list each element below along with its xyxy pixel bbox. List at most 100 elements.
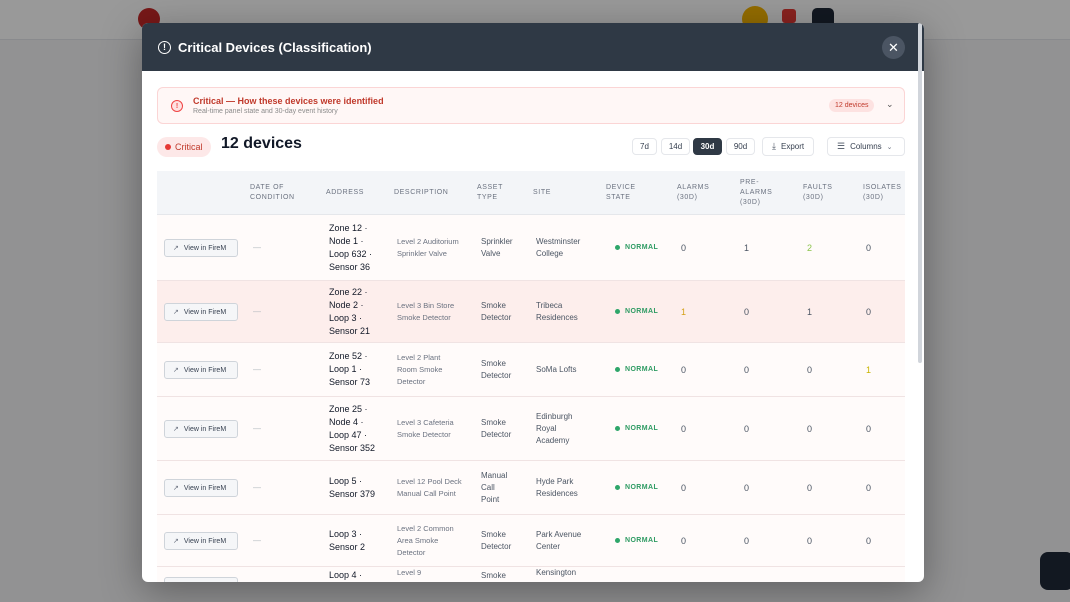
cell-asset-type: Smoke Detector — [481, 358, 512, 380]
cell-asset-type: Sprinkler Valve — [481, 236, 513, 258]
view-in-firem-button[interactable]: ↗View in FireM — [164, 303, 238, 321]
cell-site: Park Avenue Center — [536, 529, 582, 551]
cell-site: Tribeca Residences — [536, 300, 578, 322]
state-badge: NORMAL — [615, 242, 658, 254]
table-header: DATE OF CONDITION ADDRESS DESCRIPTION AS… — [157, 171, 905, 215]
range-7d-button[interactable]: 7d — [632, 138, 657, 155]
view-in-firem-button[interactable]: ↗View in FireM — [164, 479, 238, 497]
cell-description: Level 9 — [397, 568, 422, 577]
col-isolates[interactable]: ISOLATES (30D) — [863, 171, 905, 215]
state-badge: NORMAL — [615, 306, 658, 318]
alert-icon: ! — [171, 100, 183, 112]
range-90d-button[interactable]: 90d — [726, 138, 755, 155]
classification-banner[interactable]: ! Critical — How these devices were iden… — [157, 87, 905, 124]
cell-site: Hyde Park Residences — [536, 476, 578, 498]
range-14d-button[interactable]: 14d — [661, 138, 690, 155]
cell-description: Level 12 Pool Deck Manual Call Point — [397, 476, 462, 498]
cell-asset-type: Smoke Detector — [481, 300, 512, 322]
col-alarms[interactable]: ALARMS (30D) — [677, 171, 717, 215]
banner-device-badge: 12 devices — [829, 99, 875, 112]
cell-pre-alarms: 0 — [744, 482, 750, 493]
cell-asset-type: Manual Call Point — [481, 470, 508, 504]
cell-date: — — [253, 482, 261, 492]
external-link-icon: ↗ — [173, 309, 179, 316]
cell-alarms: 0 — [681, 423, 687, 434]
close-button[interactable]: ✕ — [882, 36, 905, 59]
download-icon: ⤓ — [772, 141, 776, 151]
view-in-firem-button[interactable]: ↗View in FireM — [164, 577, 238, 582]
external-link-icon: ↗ — [173, 485, 179, 492]
cell-faults: 0 — [807, 423, 813, 434]
cell-alarms: 0 — [681, 482, 687, 493]
status-chip-critical: Critical — [157, 137, 211, 157]
banner-subtitle: Real-time panel state and 30-day event h… — [193, 108, 338, 115]
cell-address: Zone 22 · Node 2 · Loop 3 · Sensor 21 — [329, 286, 371, 336]
cell-site: SoMa Lofts — [536, 364, 577, 374]
view-in-firem-button[interactable]: ↗View in FireM — [164, 532, 238, 550]
view-in-firem-button[interactable]: ↗View in FireM — [164, 239, 238, 257]
state-badge: NORMAL — [615, 423, 658, 435]
cell-isolates: 0 — [866, 535, 872, 546]
cell-alarms: 1 — [681, 306, 687, 317]
cell-isolates: 1 — [866, 364, 872, 375]
state-badge: NORMAL — [615, 535, 658, 547]
cell-device-state: NORMAL — [615, 461, 658, 514]
table-row: ↗ View in FireM — Zone 22 · Node 2 · Loop… — [157, 281, 905, 343]
modal-header: ! Critical Devices (Classification) ✕ — [142, 23, 924, 71]
table-row: ↗ View in FireM — Loop 5 · Sensor 379 Lev… — [157, 461, 905, 515]
cell-alarms: 0 — [681, 535, 687, 546]
modal-body: ! Critical — How these devices were iden… — [142, 71, 924, 582]
view-in-firem-button[interactable]: ↗View in FireM — [164, 420, 238, 438]
view-in-firem-button[interactable]: ↗View in FireM — [164, 361, 238, 379]
cell-description: Level 3 Bin Store Smoke Detector — [397, 300, 455, 322]
col-address[interactable]: ADDRESS — [326, 171, 386, 215]
export-button[interactable]: ⤓ Export — [762, 137, 815, 156]
range-30d-button[interactable]: 30d — [693, 138, 722, 155]
cell-isolates: 0 — [866, 242, 872, 253]
cell-device-state: NORMAL — [615, 343, 658, 396]
external-link-icon: ↗ — [173, 245, 179, 252]
cell-address: Zone 52 · Loop 1 · Sensor 73 — [329, 351, 371, 387]
cell-isolates: 0 — [866, 423, 872, 434]
col-pre-alarms[interactable]: PRE-ALARMS (30D) — [740, 171, 782, 215]
cell-device-state: NORMAL — [615, 397, 658, 460]
banner-title: Critical — How these devices were identi… — [193, 96, 384, 106]
critical-devices-modal: ! Critical Devices (Classification) ✕ ! … — [142, 23, 924, 582]
cell-date: — — [253, 423, 261, 433]
cell-alarms: 0 — [681, 364, 687, 375]
external-link-icon: ↗ — [173, 538, 179, 545]
cell-alarms: 0 — [681, 242, 687, 253]
cell-asset-type: Smoke — [481, 571, 506, 580]
cell-address: Zone 25 · Node 4 · Loop 47 · Sensor 352 — [329, 403, 376, 453]
cell-asset-type: Smoke Detector — [481, 529, 512, 551]
col-date[interactable]: DATE OF CONDITION — [250, 171, 310, 215]
cell-pre-alarms: 0 — [744, 535, 750, 546]
table-row: ↗ View in FireM — Zone 25 · Node 4 · Loop… — [157, 397, 905, 461]
col-description[interactable]: DESCRIPTION — [394, 171, 464, 215]
col-device-state[interactable]: DEVICE STATE — [606, 171, 650, 215]
cell-faults: 1 — [807, 306, 813, 317]
columns-icon: ☰ — [837, 141, 846, 151]
cell-device-state: NORMAL — [615, 215, 658, 280]
cell-description: Level 2 Common Area Smoke Detector — [397, 523, 454, 557]
cell-description: Level 2 Plant Room Smoke Detector — [397, 352, 443, 386]
col-asset-type[interactable]: ASSET TYPE — [477, 171, 513, 215]
chevron-down-icon[interactable]: ⌄ — [886, 99, 894, 110]
cell-asset-type: Smoke Detector — [481, 417, 512, 439]
cell-pre-alarms: 0 — [744, 423, 750, 434]
external-link-icon: ↗ — [173, 367, 179, 374]
export-label: Export — [780, 142, 805, 151]
columns-button[interactable]: ☰ Columns ⌄ — [827, 137, 905, 156]
col-site[interactable]: SITE — [533, 171, 573, 215]
modal-scrollbar[interactable] — [918, 23, 922, 363]
cell-date: — — [253, 306, 261, 316]
table-row: ↗ View in FireM — Loop 3 · Sensor 2 Level… — [157, 515, 905, 567]
cell-device-state: NORMAL — [615, 515, 658, 566]
col-faults[interactable]: FAULTS (30D) — [803, 171, 843, 215]
device-count: 12 devices — [221, 135, 302, 152]
cell-description: Level 3 Cafeteria Smoke Detector — [397, 417, 454, 439]
cell-pre-alarms: 1 — [744, 242, 750, 253]
cell-device-state: NORMAL — [615, 281, 658, 342]
table-row: ↗View in FireM Loop 4 · Level 9 Smoke Ke… — [157, 567, 905, 582]
cell-date: — — [253, 242, 261, 252]
